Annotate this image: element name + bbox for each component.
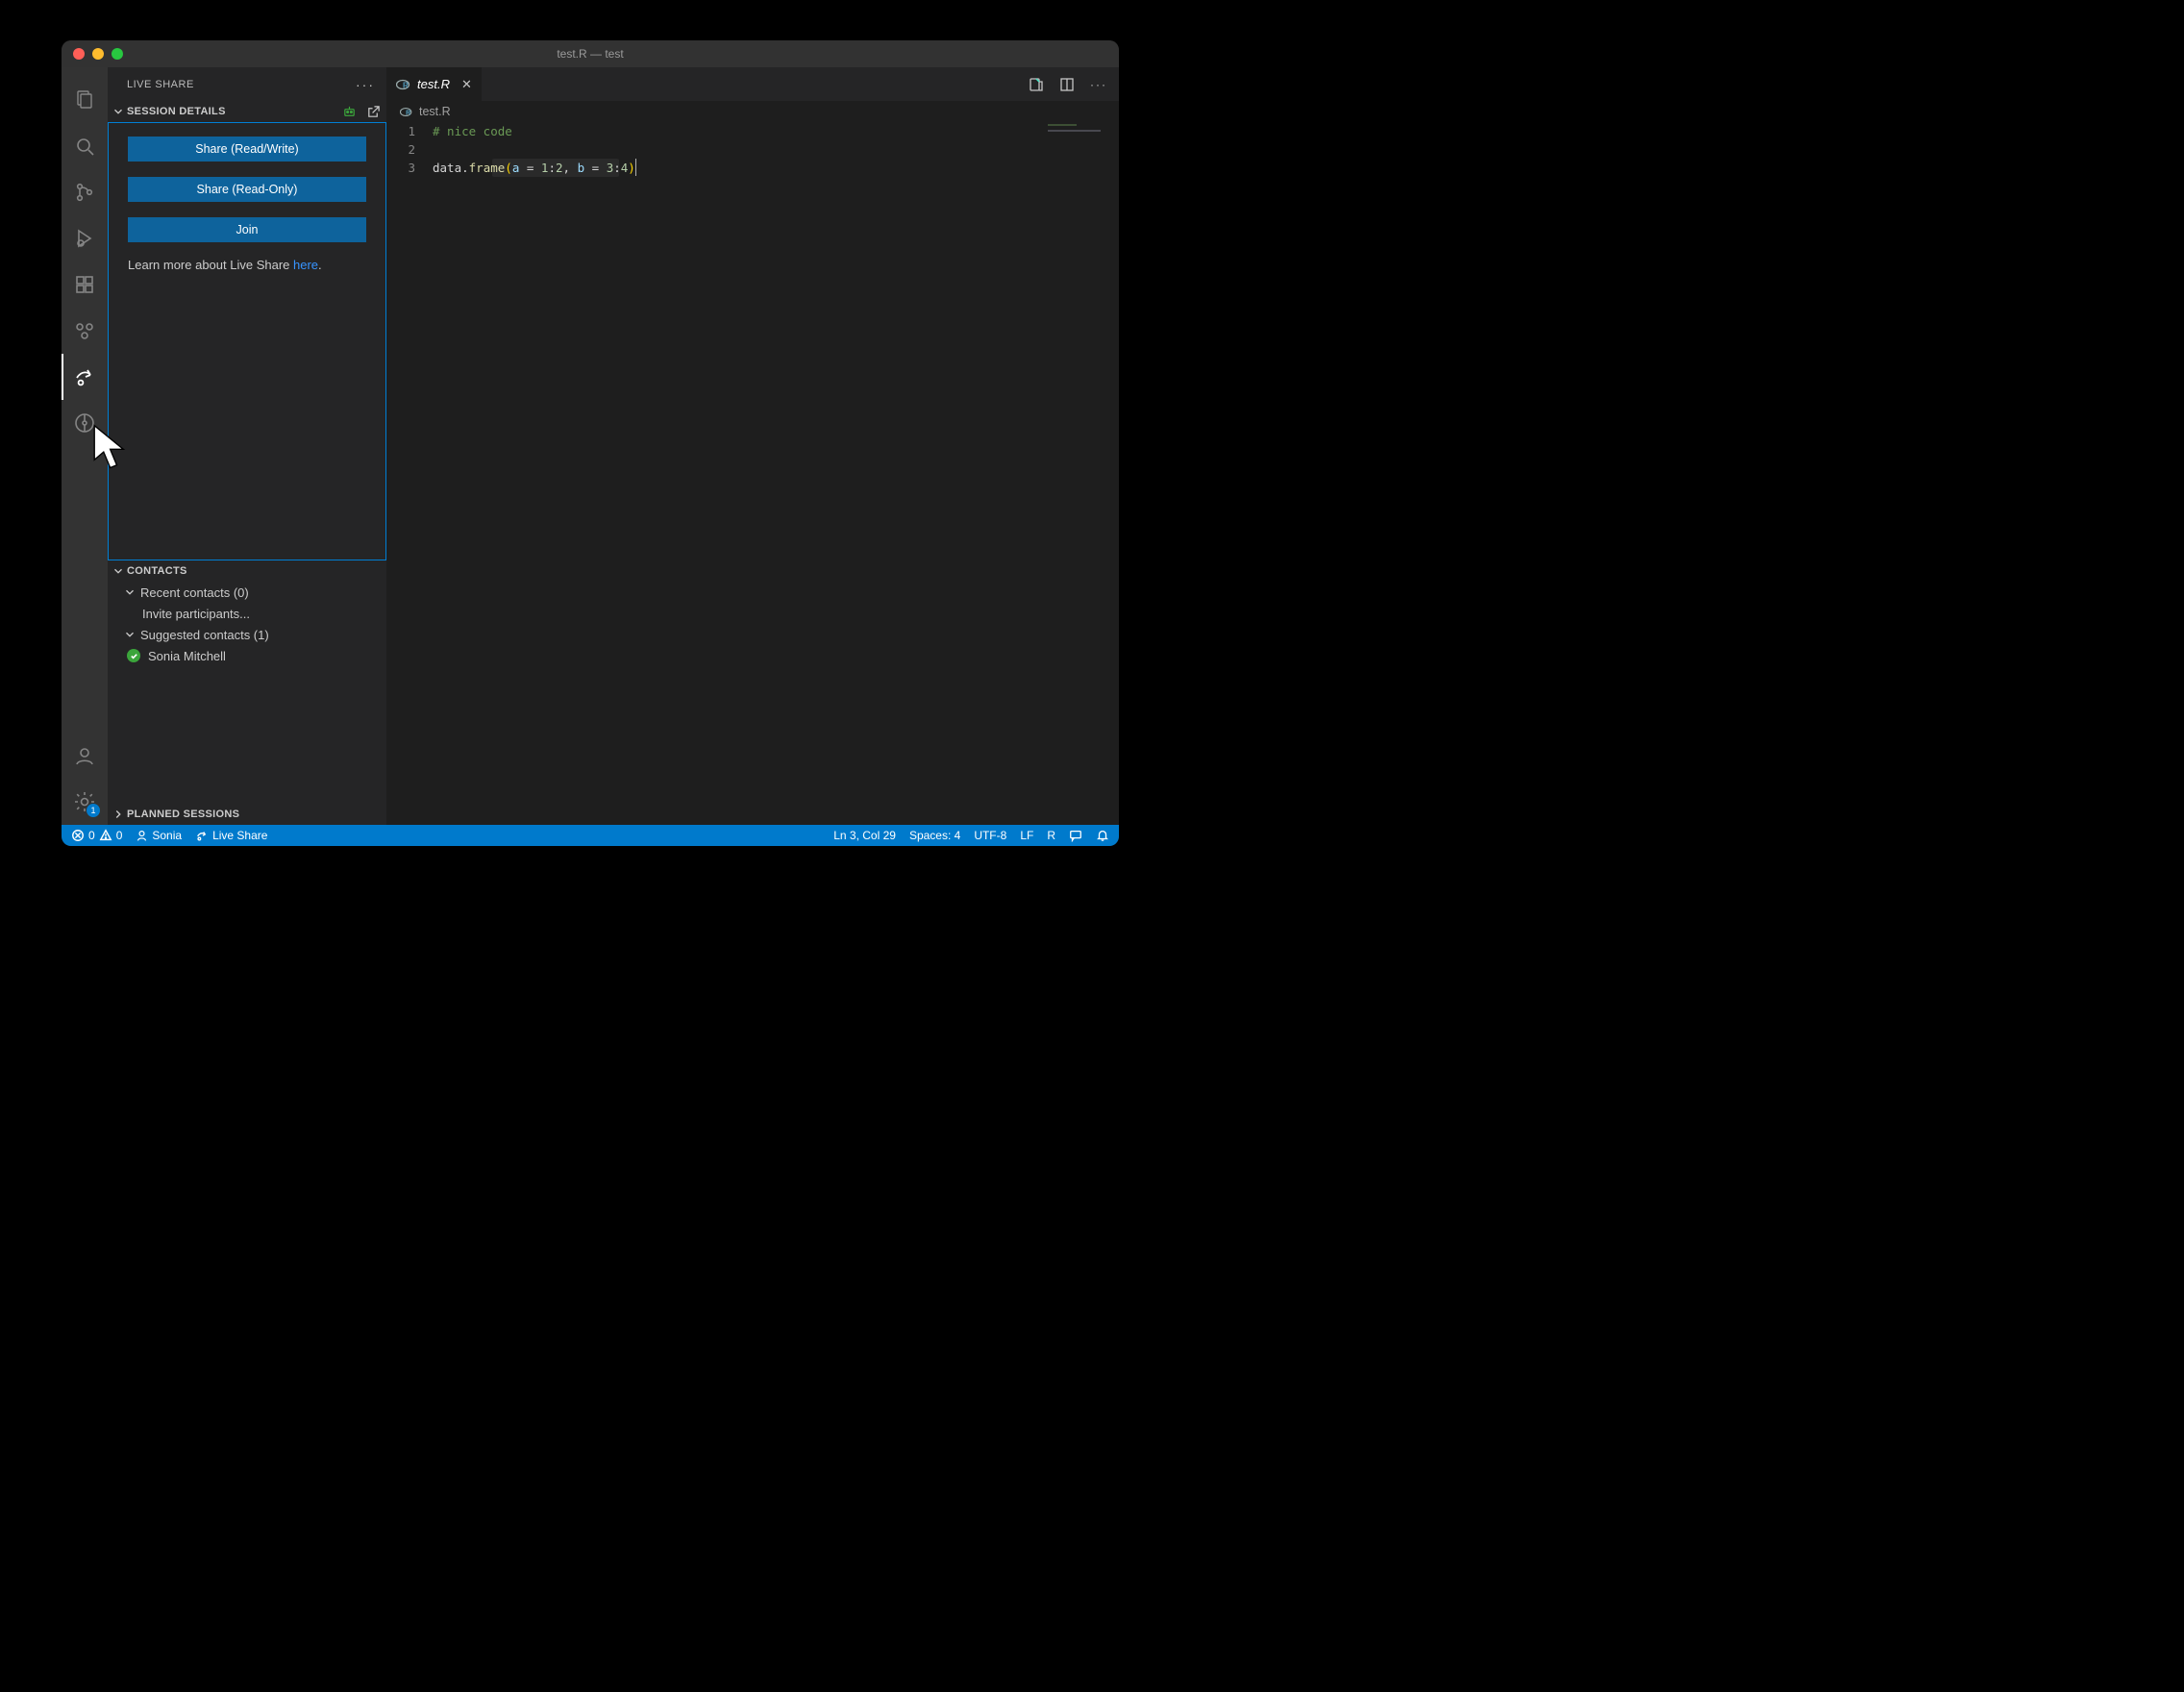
code-lines: # nice code data.frame(a = 1:2, b = 3:4) (433, 122, 635, 825)
planned-sessions-header[interactable]: PLANNED SESSIONS (108, 804, 386, 825)
chevron-down-icon (112, 564, 125, 578)
status-live-share-label: Live Share (212, 829, 267, 842)
learn-more-prefix: Learn more about Live Share (128, 258, 293, 272)
window-title: test.R — test (62, 47, 1119, 61)
contact-person-item[interactable]: Sonia Mitchell (108, 645, 386, 666)
code-line (433, 140, 635, 159)
invite-participants-item[interactable]: Invite participants... (108, 603, 386, 624)
settings-badge: 1 (87, 804, 100, 817)
suggested-contacts-label: Suggested contacts (1) (140, 628, 269, 642)
split-editor-icon[interactable] (1059, 77, 1075, 92)
search-icon[interactable] (62, 123, 108, 169)
recent-contacts-label: Recent contacts (0) (140, 585, 249, 600)
planned-sessions-label: PLANNED SESSIONS (127, 809, 381, 820)
extensions-icon[interactable] (62, 261, 108, 308)
error-icon (71, 829, 85, 842)
accounts-icon[interactable] (62, 733, 108, 779)
svg-text:R: R (403, 81, 409, 89)
gitlens-icon[interactable] (62, 400, 108, 446)
sidebar-title-row: LIVE SHARE ··· (108, 67, 386, 101)
sidebar-title: LIVE SHARE (127, 79, 194, 90)
session-details-panel: Share (Read/Write) Share (Read-Only) Joi… (108, 122, 386, 560)
status-bell-icon[interactable] (1096, 829, 1109, 842)
invite-participants-label: Invite participants... (142, 607, 250, 621)
status-language[interactable]: R (1047, 829, 1055, 842)
text-cursor (635, 159, 636, 176)
status-user[interactable]: Sonia (136, 829, 182, 842)
session-details-label: SESSION DETAILS (127, 106, 342, 117)
tab-test-r[interactable]: R test.R ✕ (386, 67, 483, 101)
status-user-label: Sonia (152, 829, 182, 842)
live-share-sidebar: LIVE SHARE ··· SESSION DETAILS (108, 67, 386, 825)
editor-more-icon[interactable]: ··· (1090, 78, 1107, 91)
status-bar: 0 0 Sonia Live Share Ln 3, Col 29 Spaces… (62, 825, 1119, 846)
editor-toolbar: ··· (1017, 67, 1119, 101)
recent-contacts-item[interactable]: Recent contacts (0) (108, 582, 386, 603)
run-debug-icon[interactable] (62, 215, 108, 261)
minimap[interactable] (1042, 122, 1119, 180)
svg-text:R: R (406, 110, 410, 116)
status-eol[interactable]: LF (1020, 829, 1033, 842)
code-editor[interactable]: 1 2 3 # nice code data.frame(a = 1:2, b … (386, 122, 1119, 825)
status-spaces[interactable]: Spaces: 4 (909, 829, 960, 842)
breadcrumb[interactable]: R test.R (386, 101, 1119, 122)
learn-more-text: Learn more about Live Share here. (128, 258, 366, 272)
editor-area: R test.R ✕ ··· R (386, 67, 1119, 825)
line-number: 1 (386, 122, 415, 140)
robot-icon[interactable] (342, 105, 357, 119)
status-live-share[interactable]: Live Share (195, 829, 267, 842)
join-button[interactable]: Join (128, 217, 366, 242)
chevron-down-icon (112, 105, 125, 118)
online-status-icon (127, 649, 140, 662)
vscode-window: test.R — test (62, 40, 1119, 846)
line-number: 3 (386, 159, 415, 177)
open-external-icon[interactable] (366, 105, 381, 119)
open-changes-icon[interactable] (1029, 77, 1044, 92)
line-gutter: 1 2 3 (386, 122, 433, 825)
activity-bar: 1 (62, 67, 108, 825)
line-number: 2 (386, 140, 415, 159)
status-feedback-icon[interactable] (1069, 829, 1082, 842)
chevron-down-icon (123, 628, 136, 641)
error-count: 0 (88, 829, 95, 842)
status-problems[interactable]: 0 0 (71, 829, 122, 842)
warning-count: 0 (116, 829, 123, 842)
workarea: 1 LIVE SHARE ··· SESSION DETAILS (62, 67, 1119, 825)
editor-tabs: R test.R ✕ ··· (386, 67, 1119, 101)
warning-icon (99, 829, 112, 842)
r-file-icon: R (396, 79, 411, 90)
code-line: data.frame(a = 1:2, b = 3:4) (433, 159, 635, 177)
settings-icon[interactable]: 1 (62, 779, 108, 825)
contact-person-label: Sonia Mitchell (148, 649, 226, 663)
explorer-icon[interactable] (62, 77, 108, 123)
testing-icon[interactable] (62, 308, 108, 354)
chevron-right-icon (112, 808, 125, 821)
status-encoding[interactable]: UTF-8 (974, 829, 1006, 842)
chevron-down-icon (123, 585, 136, 599)
learn-more-link[interactable]: here (293, 258, 318, 272)
share-read-only-button[interactable]: Share (Read-Only) (128, 177, 366, 202)
breadcrumb-file: test.R (419, 105, 451, 118)
contacts-label: CONTACTS (127, 565, 381, 577)
session-details-header[interactable]: SESSION DETAILS (108, 101, 386, 122)
code-line: # nice code (433, 122, 635, 140)
r-file-icon: R (400, 107, 413, 117)
contacts-header[interactable]: CONTACTS (108, 560, 386, 582)
sidebar-more-icon[interactable]: ··· (356, 77, 375, 92)
source-control-icon[interactable] (62, 169, 108, 215)
learn-more-suffix: . (318, 258, 322, 272)
live-share-icon (195, 829, 209, 842)
suggested-contacts-item[interactable]: Suggested contacts (1) (108, 624, 386, 645)
person-icon (136, 830, 148, 842)
status-lncol[interactable]: Ln 3, Col 29 (833, 829, 896, 842)
titlebar: test.R — test (62, 40, 1119, 67)
close-tab-icon[interactable]: ✕ (461, 77, 472, 92)
tab-label: test.R (417, 77, 450, 91)
share-read-write-button[interactable]: Share (Read/Write) (128, 137, 366, 162)
live-share-icon[interactable] (62, 354, 108, 400)
